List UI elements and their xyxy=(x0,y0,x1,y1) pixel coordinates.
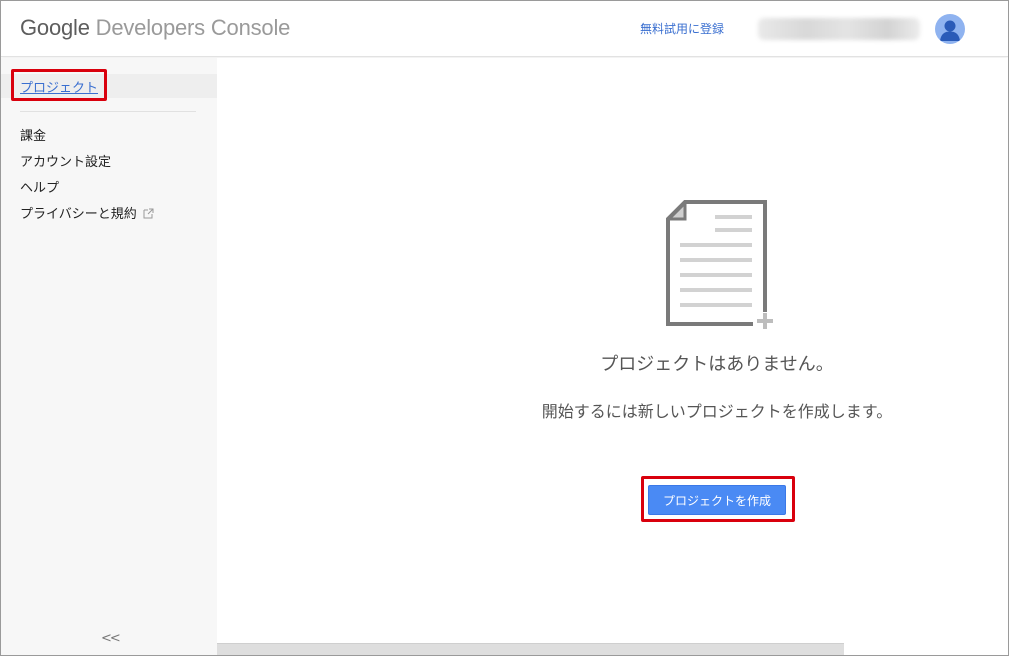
brand-product: Developers Console xyxy=(89,15,291,40)
sidebar-menu: 課金 アカウント設定 ヘルプ プライバシーと規約 xyxy=(20,128,154,232)
top-header: Google Developers Console 無料試用に登録 xyxy=(1,1,1008,57)
collapse-sidebar-button[interactable]: << xyxy=(101,631,121,646)
new-document-icon xyxy=(665,199,776,336)
account-email-blurred[interactable] xyxy=(758,18,920,40)
left-sidebar: プロジェクト 課金 アカウント設定 ヘルプ プライバシーと規約 << xyxy=(1,58,217,655)
sidebar-divider xyxy=(20,111,196,112)
create-project-button[interactable]: プロジェクトを作成 xyxy=(648,485,786,515)
empty-state-title: プロジェクトはありません。 xyxy=(600,354,834,375)
sidebar-item-help[interactable]: ヘルプ xyxy=(20,180,154,206)
user-avatar-icon[interactable] xyxy=(935,14,965,44)
sidebar-item-account-settings[interactable]: アカウント設定 xyxy=(20,154,154,180)
free-trial-link[interactable]: 無料試用に登録 xyxy=(640,20,724,37)
empty-state-description: 開始するには新しいプロジェクトを作成します。 xyxy=(541,402,893,421)
sidebar-item-label: ヘルプ xyxy=(20,181,60,196)
sidebar-item-privacy-terms[interactable]: プライバシーと規約 xyxy=(20,206,154,232)
sidebar-item-billing[interactable]: 課金 xyxy=(20,128,154,154)
sidebar-item-label: 課金 xyxy=(20,129,47,144)
sidebar-item-label: アカウント設定 xyxy=(20,155,112,170)
annotation-highlight-projects xyxy=(11,69,107,101)
brand-google: Google xyxy=(20,15,90,40)
app-brand[interactable]: Google Developers Console xyxy=(20,15,290,41)
main-content: プロジェクトはありません。 開始するには新しいプロジェクトを作成します。 プロジ… xyxy=(217,58,1008,655)
horizontal-scrollbar[interactable] xyxy=(217,643,844,655)
external-link-icon xyxy=(143,207,154,225)
sidebar-item-label: プライバシーと規約 xyxy=(20,207,137,222)
app-window: Google Developers Console 無料試用に登録 プロジェクト… xyxy=(0,0,1009,656)
